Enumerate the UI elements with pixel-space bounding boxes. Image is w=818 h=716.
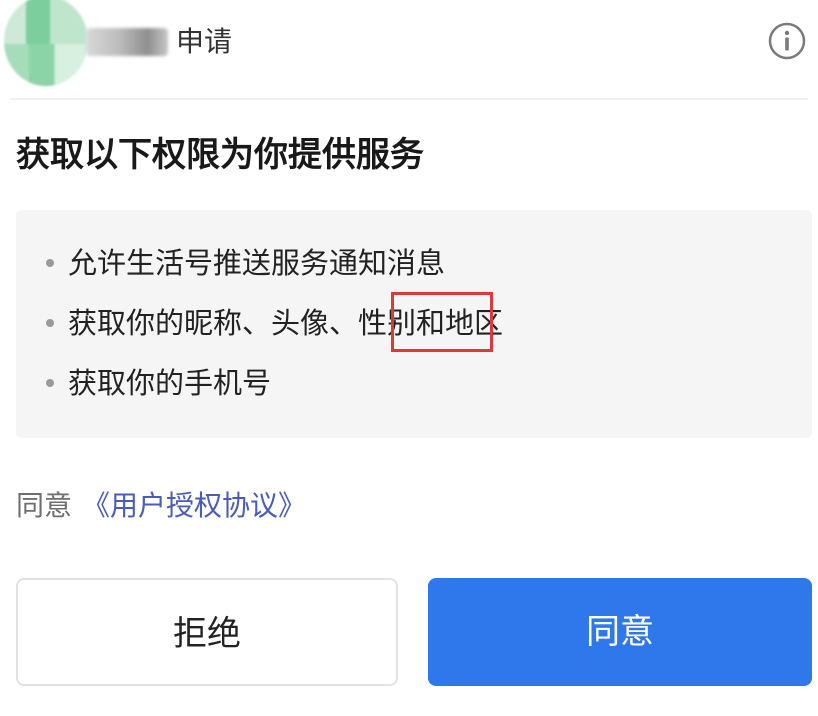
- agreement-prefix: 同意: [16, 489, 73, 522]
- highlight-box: [391, 292, 493, 352]
- header-divider: [10, 98, 808, 100]
- info-icon[interactable]: [767, 21, 807, 61]
- bullet-icon: [46, 259, 54, 267]
- permission-text: 允许生活号推送服务通知消息: [68, 246, 446, 280]
- reject-button[interactable]: 拒绝: [16, 578, 398, 686]
- permission-item: 允许生活号推送服务通知消息: [46, 238, 445, 288]
- agreement-link[interactable]: 《用户授权协议》: [82, 489, 306, 522]
- blurred-app-name: [86, 28, 168, 56]
- bullet-icon: [46, 379, 54, 387]
- avatar: [4, 0, 88, 86]
- auth-header: 申请: [0, 0, 818, 100]
- permission-item: 获取你的手机号: [46, 358, 271, 408]
- page-title: 获取以下权限为你提供服务: [16, 135, 424, 175]
- permission-text: 获取你的手机号: [68, 366, 272, 400]
- agreement-line: 同意 《用户授权协议》: [16, 484, 306, 528]
- agree-button[interactable]: 同意: [428, 578, 812, 686]
- bullet-icon: [46, 319, 54, 327]
- header-title: 申请: [176, 25, 233, 58]
